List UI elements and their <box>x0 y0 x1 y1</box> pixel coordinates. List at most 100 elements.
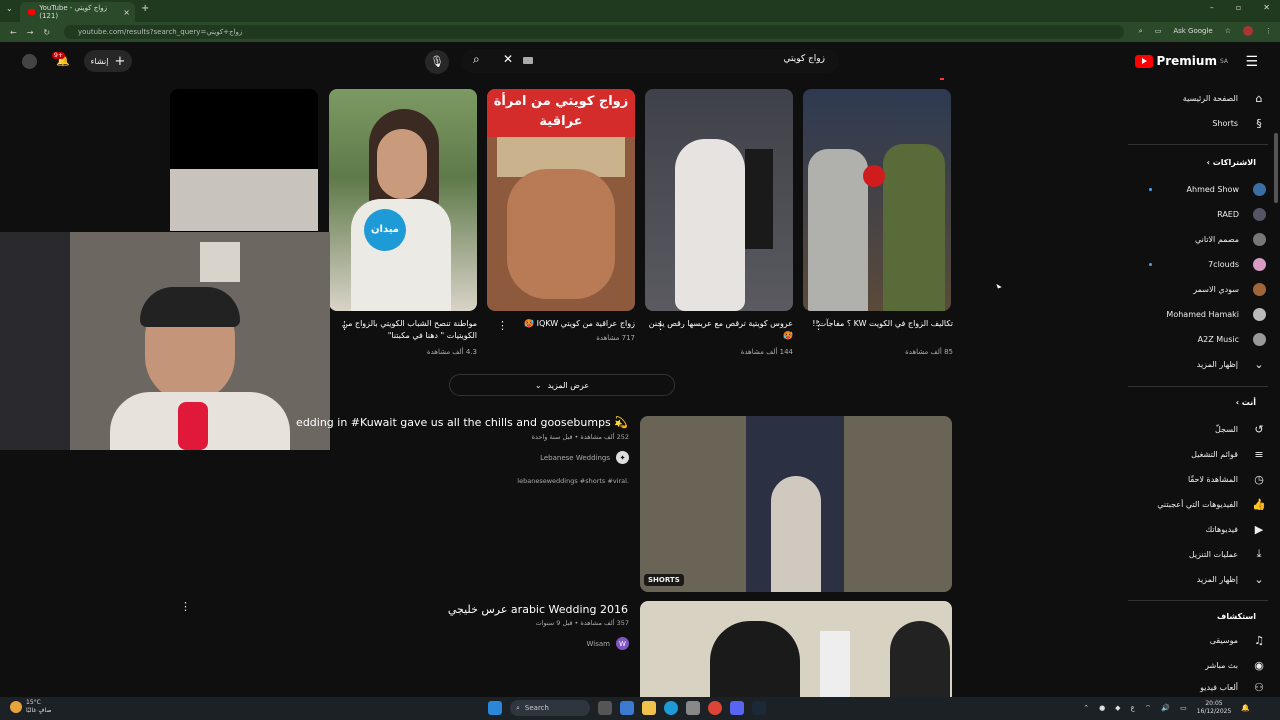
show-more-button[interactable]: ⌄ عرض المزيد <box>449 374 675 396</box>
sidebar-show-more[interactable]: إظهار المزيد ⌄ <box>1126 352 1266 376</box>
search-icon[interactable]: ⌕ <box>473 52 480 67</box>
sidebar-item-home[interactable]: الصفحة الرئيسية ⌂ <box>1126 86 1266 110</box>
chevron-up-icon[interactable]: ⌃ <box>1083 704 1089 712</box>
youtube-premium-logo[interactable]: Premium SA <box>1135 54 1228 68</box>
search-input[interactable]: زواج كويتي <box>783 54 825 64</box>
video-more-icon[interactable]: ⋮ <box>180 600 191 613</box>
weather-widget[interactable]: 15°C صافٍ غالبًا <box>10 699 51 715</box>
discord-icon[interactable] <box>730 701 744 715</box>
sidebar-item-label: Mohamed Hamaki <box>1166 309 1239 319</box>
start-icon[interactable] <box>488 701 502 715</box>
maximize-icon[interactable]: ▫ <box>1236 3 1241 12</box>
sidebar-item-gaming[interactable]: ألعاب فيديو ⚇ <box>1126 678 1266 696</box>
short-title[interactable]: عروس كويتية ترقص مع عريسها رقص يجنن 🥵 <box>645 318 793 342</box>
mouse-cursor-icon <box>996 282 1002 289</box>
windows-taskbar: 15°C صافٍ غالبًا ⌕ Search ⌃ ● ◆ ع ⌔ 🔊 ▭ … <box>0 697 1280 720</box>
taskbar-search[interactable]: ⌕ Search <box>510 700 590 716</box>
ask-google-button[interactable]: Ask Google <box>1173 27 1212 35</box>
clock-time: 20:05 <box>1205 700 1223 707</box>
sidebar-item-subscription[interactable]: سودي الاسمر <box>1126 277 1266 301</box>
sidebar-item-music[interactable]: موسيقى ♫ <box>1126 628 1266 652</box>
sidebar-item-subscription[interactable]: Mohamed Hamaki <box>1126 302 1266 326</box>
sidebar-show-more[interactable]: إظهار المزيد ⌄ <box>1126 567 1266 591</box>
search-box[interactable]: زواج كويتي ✕ ⌕ <box>461 49 839 73</box>
file-explorer-icon[interactable] <box>642 701 656 715</box>
short-thumbnail[interactable] <box>803 89 951 311</box>
webcam-hair <box>140 287 240 327</box>
url-field[interactable]: youtube.com/results?search_query=زواج+كو… <box>64 25 1124 39</box>
zoom-icon[interactable]: ⌕ <box>1139 27 1143 36</box>
reload-icon[interactable]: ↻ <box>43 28 50 37</box>
video-bride <box>771 476 821 592</box>
battery-icon[interactable]: ▭ <box>1180 704 1187 712</box>
back-icon[interactable]: ← <box>10 28 17 37</box>
sidebar-item-watch-later[interactable]: المشاهدة لاحقًا ◷ <box>1126 467 1266 491</box>
create-button[interactable]: إنشاء + <box>84 50 132 72</box>
live-icon: ◉ <box>1254 658 1264 672</box>
voice-search-icon[interactable]: 🎙 <box>425 50 449 74</box>
short-thumbnail[interactable]: زواج كويتي من امرأة عراقية <box>487 89 635 311</box>
language-indicator[interactable]: ع <box>1131 704 1135 712</box>
short-thumbnail[interactable]: ميدان <box>329 89 477 311</box>
minimize-icon[interactable]: – <box>1210 3 1214 12</box>
short-title[interactable]: زواج عراقية من كويتي IQKW 🥵 <box>487 318 635 330</box>
browser-tab[interactable]: YouTube - زواج كويتي (121) × <box>20 2 135 22</box>
short-person-left <box>808 149 868 311</box>
close-window-icon[interactable]: ✕ <box>1263 3 1270 12</box>
sidebar-item-history[interactable]: السجلّ ↺ <box>1126 417 1266 441</box>
sidebar-item-label: المشاهدة لاحقًا <box>1187 474 1238 484</box>
guide-menu-icon[interactable]: ☰ <box>1245 54 1258 70</box>
sidebar-item-subscription[interactable]: RAED <box>1126 202 1266 226</box>
sidebar-item-subscription[interactable]: مصمم الاتاني <box>1126 227 1266 251</box>
forward-icon[interactable]: → <box>27 28 34 37</box>
sidebar-item-playlists[interactable]: قوائم التشغيل ≡ <box>1126 442 1266 466</box>
thumbs-up-icon: 👍 <box>1252 497 1266 511</box>
keyboard-icon[interactable] <box>523 57 533 64</box>
sidebar-item-shorts[interactable]: Shorts § <box>1126 111 1266 135</box>
task-view-icon[interactable] <box>598 701 612 715</box>
account-avatar[interactable] <box>22 54 37 69</box>
clear-search-icon[interactable]: ✕ <box>503 52 513 66</box>
sidebar-item-your-videos[interactable]: فيديوهاتك ▶ <box>1126 517 1266 541</box>
profile-icon[interactable] <box>1243 26 1253 36</box>
steam-icon[interactable] <box>752 701 766 715</box>
sidebar-item-label: الصفحة الرئيسية <box>1182 93 1238 103</box>
sidebar-item-subscription[interactable]: A2Z Music <box>1126 327 1266 351</box>
sidebar-item-subscription[interactable]: Ahmed Show <box>1126 177 1266 201</box>
sidebar-item-live[interactable]: بث مباشر ◉ <box>1126 653 1266 677</box>
sidebar-item-downloads[interactable]: عمليات التنزيل ⤓ <box>1126 542 1266 566</box>
new-tab-icon[interactable]: + <box>141 3 149 14</box>
video-channel[interactable]: Lebanese Weddings ✦ <box>540 451 629 464</box>
short-thumbnail[interactable] <box>645 89 793 311</box>
video-title[interactable]: edding in #Kuwait gave us all the chills… <box>296 416 628 429</box>
guide-sidebar: الصفحة الرئيسية ⌂ Shorts § ‹ الاشتراكات … <box>1128 82 1280 696</box>
edge-icon[interactable] <box>664 701 678 715</box>
clock[interactable]: 20:05 16/12/2025 <box>1197 700 1232 716</box>
video-channel[interactable]: Wisam W <box>587 637 629 650</box>
subscriptions-heading[interactable]: ‹ الاشتراكات <box>1207 158 1256 167</box>
wifi-icon[interactable]: ⌔ <box>1145 704 1152 713</box>
tray-app-icon[interactable]: ● <box>1099 704 1105 712</box>
volume-icon[interactable]: 🔊 <box>1161 704 1170 712</box>
tray-app-icon[interactable]: ◆ <box>1115 704 1120 712</box>
video-thumbnail[interactable] <box>640 601 952 697</box>
notification-icon[interactable]: 🔔 <box>1241 704 1250 712</box>
browser-menu-icon[interactable]: ⋮ <box>1265 27 1272 35</box>
bookmark-star-icon[interactable]: ☆ <box>1225 27 1231 35</box>
sidebar-item-liked[interactable]: الفيديوهات التي أعجبتني 👍 <box>1126 492 1266 516</box>
short-mic <box>863 165 885 187</box>
chrome-icon[interactable] <box>708 701 722 715</box>
short-title[interactable]: مواطنة تنصح الشباب الكويتي بالزواج من ال… <box>329 318 477 342</box>
cast-icon[interactable]: ▭ <box>1155 27 1162 35</box>
close-tab-icon[interactable]: × <box>123 8 130 17</box>
short-person-right <box>883 144 945 311</box>
video-title[interactable]: عرس خليجي arabic Wedding 2016 <box>448 603 628 616</box>
sidebar-item-subscription[interactable]: 7clouds <box>1126 252 1266 276</box>
short-title[interactable]: تكاليف الزواج في الكويت KW ؟ مفاجآت!! <box>803 318 953 330</box>
store-icon[interactable] <box>686 701 700 715</box>
sidebar-scrollbar[interactable] <box>1274 133 1278 203</box>
tab-list-icon[interactable]: ⌄ <box>6 4 13 13</box>
video-thumbnail[interactable]: SHORTS <box>640 416 952 592</box>
copilot-icon[interactable] <box>620 701 634 715</box>
you-heading[interactable]: ‹ أنت <box>1236 398 1256 407</box>
